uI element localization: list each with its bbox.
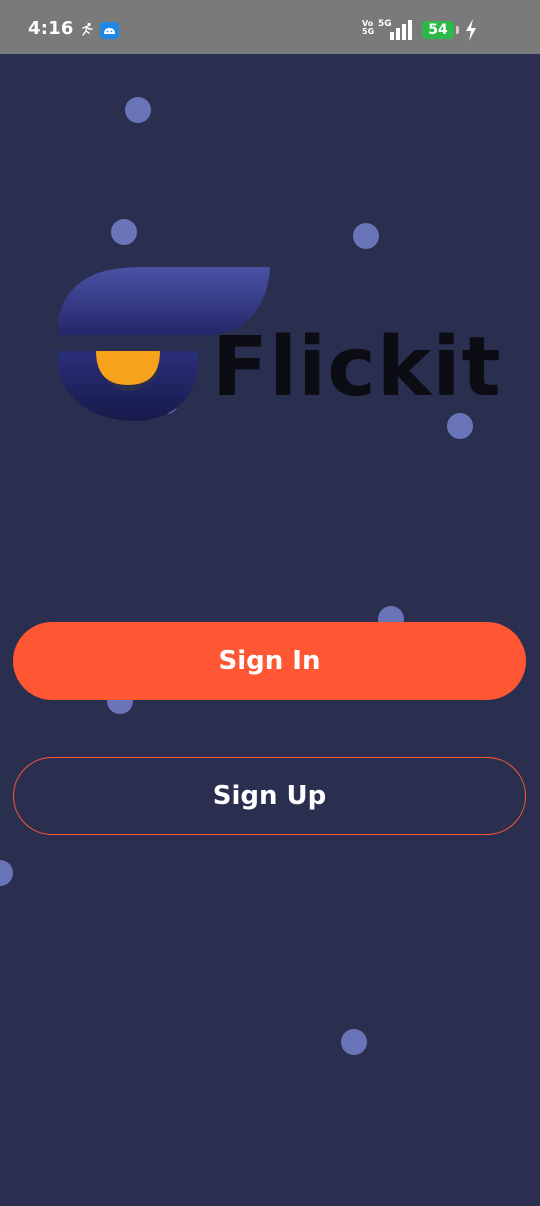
- sign-in-button[interactable]: Sign In: [13, 622, 526, 700]
- status-bar: 4:16 Vo 5G 5G 54: [0, 0, 540, 54]
- flickit-logo: Flickit: [54, 265, 514, 425]
- decorative-dot: [125, 97, 151, 123]
- decorative-dot: [353, 223, 379, 249]
- status-time: 4:16: [28, 18, 74, 39]
- decorative-dot: [0, 860, 13, 886]
- battery-icon: 54: [422, 21, 459, 39]
- decorative-dot: [111, 219, 137, 245]
- signal-icon: [390, 20, 412, 40]
- activity-icon: [82, 22, 93, 36]
- app-notification-icon: [100, 22, 119, 39]
- sign-up-button[interactable]: Sign Up: [13, 757, 526, 835]
- volte-icon: Vo 5G: [362, 19, 375, 36]
- charging-bolt-icon: [466, 19, 476, 41]
- logo-text: Flickit: [212, 320, 502, 415]
- decorative-dot: [341, 1029, 367, 1055]
